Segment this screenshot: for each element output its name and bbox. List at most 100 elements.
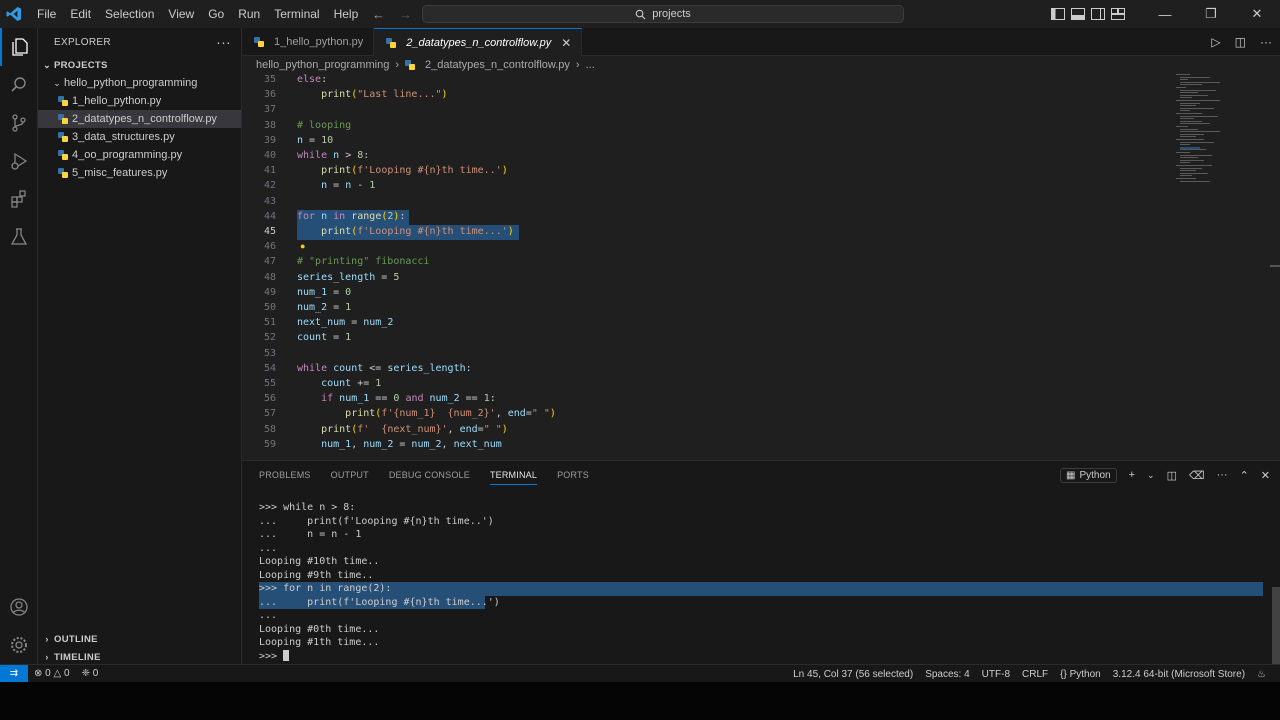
file-row[interactable]: 4_oo_programming.py: [38, 146, 241, 164]
code-line: 48 series_length = 5: [242, 270, 1242, 285]
line-code: print(f'Looping #{n}th time..'): [321, 165, 508, 177]
line-number: 56: [263, 393, 276, 405]
trash-icon[interactable]: ⌫: [1189, 469, 1205, 482]
customize-layout-icon[interactable]: [1108, 0, 1128, 28]
minimap-line: [1176, 100, 1220, 101]
command-center-search[interactable]: projects: [422, 5, 904, 23]
encoding[interactable]: UTF-8: [976, 669, 1016, 680]
testing-icon[interactable]: [0, 218, 38, 256]
code-editor[interactable]: 35 else: 36 print("Last line...") 37 38 # loo…: [242, 74, 1280, 460]
indentation[interactable]: Spaces: 4: [919, 669, 975, 680]
outline-label: OUTLINE: [54, 633, 98, 645]
python-file-icon: [254, 37, 264, 47]
close-window-icon[interactable]: ✕: [1234, 0, 1280, 28]
line-code: next_num = num_2: [297, 317, 394, 329]
more-actions-icon[interactable]: ···: [1217, 469, 1228, 481]
toggle-secondary-sidebar-icon[interactable]: [1088, 0, 1108, 28]
end-of-line[interactable]: CRLF: [1016, 669, 1054, 680]
maximize-icon[interactable]: ❐: [1188, 0, 1234, 28]
remote-indicator-icon[interactable]: ⇉: [0, 664, 28, 683]
maximize-panel-icon[interactable]: ⌃: [1240, 469, 1249, 482]
breadcrumb-file[interactable]: 2_datatypes_n_controlflow.py: [425, 59, 570, 71]
source-control-icon[interactable]: [0, 104, 38, 142]
more-actions-icon[interactable]: ···: [216, 34, 231, 50]
notifications-bell-icon[interactable]: ♨: [1251, 669, 1272, 680]
terminal-cursor: [283, 650, 290, 661]
tab-problems[interactable]: PROBLEMS: [259, 470, 311, 480]
minimize-icon[interactable]: —: [1142, 0, 1188, 28]
explorer-icon[interactable]: [0, 28, 38, 66]
line-number: 49: [263, 286, 276, 298]
minimap[interactable]: [1176, 74, 1272, 194]
terminal-line: Looping #1th time...: [259, 637, 380, 648]
breadcrumb-folder[interactable]: hello_python_programming: [256, 59, 389, 71]
chevron-right-icon: ›: [395, 58, 399, 71]
file-row[interactable]: 3_data_structures.py: [38, 128, 241, 146]
language-mode[interactable]: {} Python: [1054, 669, 1107, 680]
split-terminal-icon[interactable]: ◫: [1167, 469, 1177, 482]
accounts-icon[interactable]: [0, 588, 38, 626]
cursor-position[interactable]: Ln 45, Col 37 (56 selected): [787, 669, 919, 680]
back-arrow-icon[interactable]: ←: [372, 7, 385, 22]
more-actions-icon[interactable]: ···: [1260, 35, 1272, 49]
tab-2-datatypes[interactable]: 2_datatypes_n_controlflow.py ✕: [374, 28, 583, 56]
editor-scrollbar[interactable]: [1270, 265, 1280, 267]
minimap-line: [1180, 76, 1210, 78]
breadcrumb-symbol[interactable]: ...: [586, 59, 595, 71]
code-line: 52 count = 1: [242, 330, 1242, 345]
toggle-sidebar-icon[interactable]: [1048, 0, 1068, 28]
code-line: 46: [242, 239, 1242, 254]
line-number: 39: [263, 134, 276, 146]
extensions-icon[interactable]: [0, 180, 38, 218]
minimap-line: [1180, 102, 1200, 104]
terminal-line: Looping #0th time...: [259, 623, 380, 635]
line-code: # looping: [297, 119, 352, 131]
folder-row[interactable]: ⌄ hello_python_programming: [38, 74, 241, 92]
menu-file[interactable]: File: [30, 0, 63, 28]
menu-terminal[interactable]: Terminal: [267, 0, 326, 28]
file-row[interactable]: 5_misc_features.py: [38, 164, 241, 182]
ports-count: 0: [92, 668, 99, 679]
menu-selection[interactable]: Selection: [98, 0, 161, 28]
run-python-file-icon[interactable]: ▷: [1211, 35, 1220, 49]
split-editor-icon[interactable]: ◫: [1235, 35, 1246, 49]
code-line: 55 count += 1: [242, 376, 1242, 391]
chevron-down-icon[interactable]: ⌄: [1147, 470, 1155, 481]
lightbulb-icon[interactable]: ●: [300, 241, 305, 251]
ports-status[interactable]: ❈ 0: [76, 668, 105, 679]
problems-status[interactable]: ⊗ 0 △ 0: [28, 668, 76, 679]
toggle-panel-icon[interactable]: [1068, 0, 1088, 28]
menu-view[interactable]: View: [161, 0, 201, 28]
outline-section[interactable]: › OUTLINE: [38, 630, 242, 648]
tab-1-hello-python[interactable]: 1_hello_python.py: [242, 28, 375, 56]
menu-help[interactable]: Help: [327, 0, 366, 28]
menu-go[interactable]: Go: [201, 0, 231, 28]
terminal-profile-button[interactable]: ▦ Python: [1060, 467, 1117, 483]
line-code: # "printing" fibonacci: [297, 256, 430, 268]
line-code: num_1, num_2 = num_2, next_num: [321, 438, 502, 450]
tab-ports[interactable]: PORTS: [557, 470, 589, 480]
terminal-line: ...: [259, 542, 278, 554]
terminal-line: >>> for n in range(2):: [259, 583, 392, 594]
close-panel-icon[interactable]: ✕: [1261, 469, 1270, 482]
projects-section-header[interactable]: ⌄ PROJECTS: [38, 56, 241, 74]
settings-gear-icon[interactable]: [0, 626, 38, 664]
forward-arrow-icon[interactable]: →: [399, 7, 412, 22]
menu-edit[interactable]: Edit: [63, 0, 98, 28]
tab-output[interactable]: OUTPUT: [331, 470, 369, 480]
file-row[interactable]: 1_hello_python.py: [38, 92, 241, 110]
file-row-selected[interactable]: 2_datatypes_n_controlflow.py: [38, 110, 241, 128]
menu-run[interactable]: Run: [231, 0, 267, 28]
new-terminal-icon[interactable]: +: [1129, 469, 1135, 481]
line-number: 57: [263, 408, 276, 420]
line-number: 52: [263, 332, 276, 344]
line-code: if num_1 == 0 and num_2 == 1:: [321, 393, 496, 405]
tab-debug-console[interactable]: DEBUG CONSOLE: [389, 470, 470, 480]
search-icon[interactable]: [0, 66, 38, 104]
tab-terminal[interactable]: TERMINAL: [489, 465, 538, 485]
python-interpreter[interactable]: 3.12.4 64-bit (Microsoft Store): [1107, 669, 1251, 680]
close-tab-icon[interactable]: ✕: [561, 36, 571, 50]
terminal[interactable]: >>> while n > 8: ... print(f'Looping #{n}…: [242, 501, 1280, 697]
minimap-line: [1180, 157, 1198, 159]
run-debug-icon[interactable]: [0, 142, 38, 180]
